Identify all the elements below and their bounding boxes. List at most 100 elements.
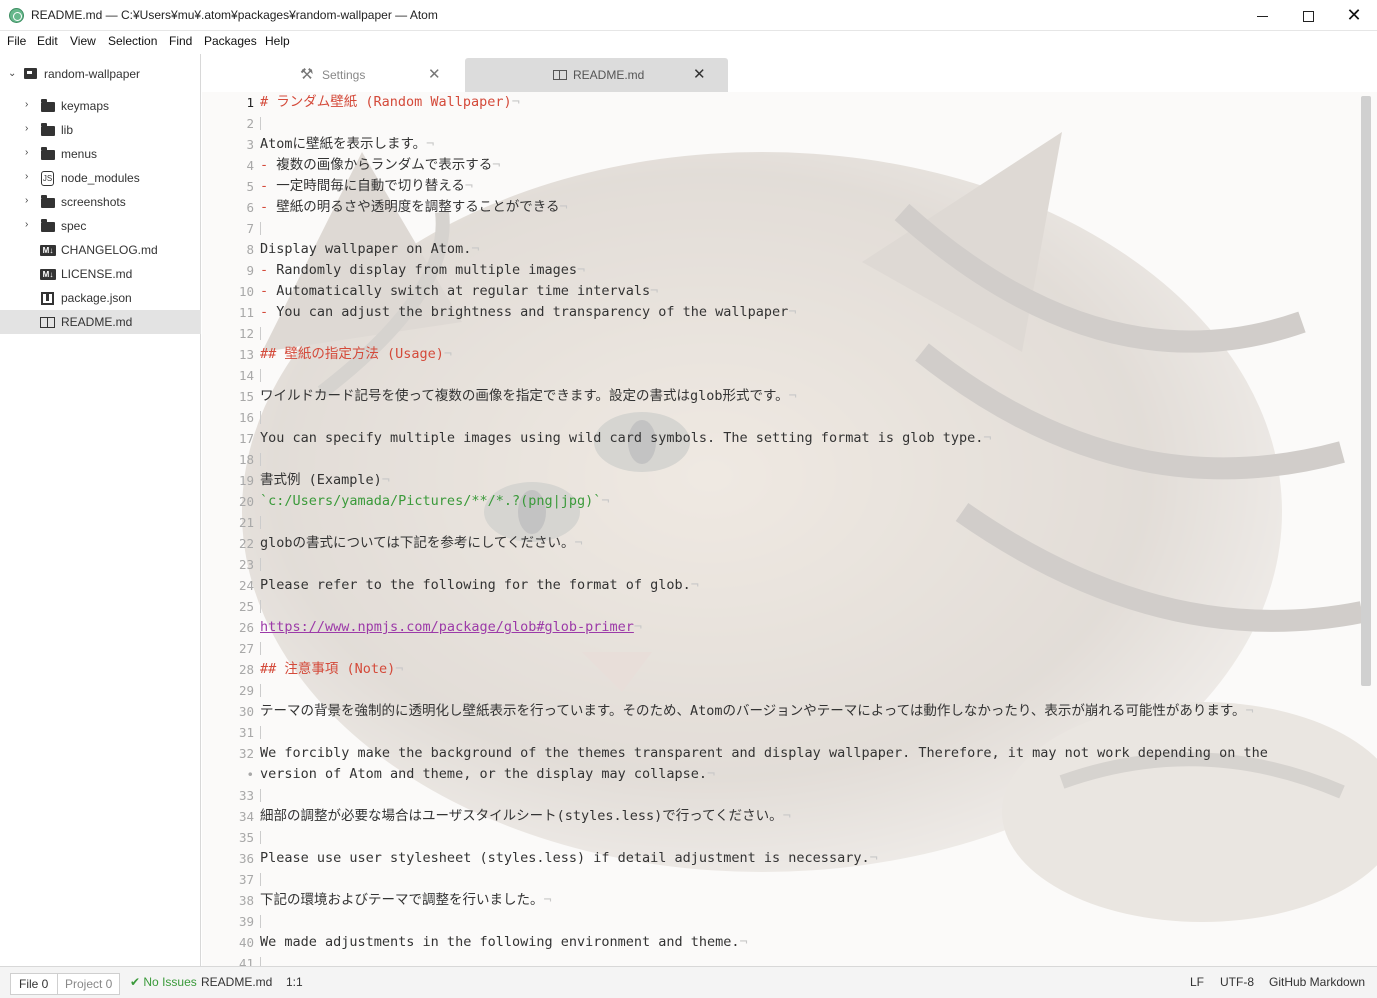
- tree-item-node-modules[interactable]: › JS node_modules: [0, 166, 201, 190]
- markdown-icon: M↓: [40, 269, 56, 280]
- tree-item-lib[interactable]: › lib: [0, 118, 201, 142]
- minimize-button[interactable]: [1239, 0, 1285, 31]
- menu-help[interactable]: Help: [265, 34, 290, 48]
- hyperlink[interactable]: https://www.npmjs.com/package/glob#glob-…: [260, 619, 634, 635]
- code-line: [260, 785, 268, 806]
- editor-scrollbar[interactable]: [1361, 96, 1371, 686]
- line-number: 25: [238, 599, 254, 614]
- code-line: 書式例 (Example)¬: [260, 470, 390, 491]
- line-number: 22: [238, 536, 254, 551]
- menu-edit[interactable]: Edit: [37, 34, 58, 48]
- code-text: テーマの背景を強制的に透明化し壁紙表示を行っています。そのため、Atomのバージ…: [260, 703, 1246, 719]
- close-window-button[interactable]: ✕: [1331, 0, 1377, 31]
- eol-mark: ¬: [443, 346, 453, 362]
- code-line: [260, 638, 268, 659]
- grammar-selector[interactable]: GitHub Markdown: [1269, 975, 1365, 989]
- line-number: 14: [238, 368, 254, 383]
- cat-wallpaper-image: [202, 92, 1377, 966]
- eol-mark: [260, 115, 268, 131]
- menu-view[interactable]: View: [70, 34, 96, 48]
- close-tab-icon[interactable]: ✕: [693, 65, 706, 83]
- menu-selection[interactable]: Selection: [108, 34, 157, 48]
- file-project-counter[interactable]: File 0 Project 0: [10, 973, 120, 995]
- eol-mark: ¬: [543, 892, 552, 908]
- code-line: Atomに壁紙を表示します。¬: [260, 134, 434, 155]
- line-number: 16: [238, 410, 254, 425]
- menu-file[interactable]: File: [7, 34, 26, 48]
- repo-icon: [24, 68, 37, 79]
- code-text: version of Atom and theme, or the displa…: [260, 766, 708, 782]
- chevron-right-icon: ›: [25, 123, 29, 134]
- tree-item-spec[interactable]: › spec: [0, 214, 201, 238]
- line-ending[interactable]: LF: [1190, 975, 1204, 989]
- tree-root-project[interactable]: ⌄ random-wallpaper: [0, 64, 201, 86]
- tree-item-readme[interactable]: README.md: [0, 310, 201, 334]
- eol-mark: ¬: [782, 808, 791, 824]
- code-line: Please refer to the following for the fo…: [260, 575, 699, 596]
- node-modules-icon: JS: [41, 171, 54, 186]
- code-text: # ランダム壁紙 (Random Wallpaper): [260, 94, 512, 110]
- tree-item-label: CHANGELOG.md: [61, 243, 158, 257]
- line-number: 27: [238, 641, 254, 656]
- eol-mark: [260, 556, 268, 572]
- code-line: [260, 407, 268, 428]
- code-line: - 壁紙の明るさや透明度を調整することができる¬: [260, 197, 568, 218]
- window-title: README.md — C:¥Users¥mu¥.atom¥packages¥r…: [31, 8, 438, 22]
- code-text: -: [260, 199, 269, 215]
- text-editor[interactable]: 1 # ランダム壁紙 (Random Wallpaper)¬ 2 3 Atomに壁紙を…: [202, 92, 1377, 966]
- tree-item-license[interactable]: M↓ LICENSE.md: [0, 262, 201, 286]
- tree-item-screenshots[interactable]: › screenshots: [0, 190, 201, 214]
- line-number: 32: [238, 746, 254, 761]
- line-number: 9: [246, 263, 254, 278]
- line-number: 28: [238, 662, 254, 677]
- code-line: [260, 113, 268, 134]
- tree-item-label: spec: [61, 219, 87, 233]
- line-number: 11: [238, 305, 254, 320]
- line-number: 23: [238, 557, 254, 572]
- title-bar: README.md — C:¥Users¥mu¥.atom¥packages¥r…: [0, 0, 1377, 31]
- folder-icon: [41, 123, 55, 136]
- code-text: -: [260, 157, 269, 173]
- line-number: 2: [246, 116, 254, 131]
- line-number: 4: [246, 158, 254, 173]
- chevron-right-icon: ›: [25, 99, 29, 110]
- code-line: テーマの背景を強制的に透明化し壁紙表示を行っています。そのため、Atomのバージ…: [260, 701, 1254, 722]
- eol-mark: ¬: [788, 388, 797, 404]
- code-line: version of Atom and theme, or the displa…: [260, 764, 715, 785]
- line-number: 19: [238, 473, 254, 488]
- tab-readme[interactable]: README.md ✕: [465, 58, 728, 92]
- menu-packages[interactable]: Packages: [204, 34, 257, 48]
- file-encoding[interactable]: UTF-8: [1220, 975, 1254, 989]
- eol-mark: ¬: [650, 283, 659, 299]
- eol-mark: ¬: [707, 766, 716, 782]
- tab-settings[interactable]: ⚒ Settings ✕: [264, 58, 464, 92]
- code-text: You can adjust the brightness and transp…: [268, 304, 789, 320]
- tools-icon: ⚒: [300, 66, 314, 83]
- status-filename[interactable]: README.md: [201, 975, 272, 989]
- tree-item-keymaps[interactable]: › keymaps: [0, 94, 201, 118]
- tree-item-label: menus: [61, 147, 98, 161]
- eol-mark: ¬: [633, 619, 643, 635]
- code-text: 壁紙の明るさや透明度を調整することができる: [268, 199, 560, 215]
- tree-item-changelog[interactable]: M↓ CHANGELOG.md: [0, 238, 201, 262]
- code-text: Please use user stylesheet (styles.less)…: [260, 850, 870, 866]
- tree-item-menus[interactable]: › menus: [0, 142, 201, 166]
- code-text: We forcibly make the background of the t…: [260, 745, 1268, 761]
- tree-item-package-json[interactable]: package.json: [0, 286, 201, 310]
- eol-mark: [260, 514, 268, 530]
- code-line: We made adjustments in the following env…: [260, 932, 748, 953]
- code-line: 下記の環境およびテーマで調整を行いました。¬: [260, 890, 552, 911]
- close-tab-icon[interactable]: ✕: [428, 65, 441, 83]
- code-text: 細部の調整が必要な場合はユーザスタイルシート(styles.less)で行ってく…: [260, 808, 783, 824]
- linter-status[interactable]: ✔ No Issues: [130, 975, 197, 989]
- tree-item-label: README.md: [61, 315, 133, 329]
- menu-find[interactable]: Find: [169, 34, 192, 48]
- code-line: [260, 323, 268, 344]
- maximize-button[interactable]: [1285, 0, 1331, 31]
- eol-mark: ¬: [395, 661, 404, 677]
- package-icon: [41, 292, 54, 305]
- line-number: 7: [246, 221, 254, 236]
- line-number: 18: [238, 452, 254, 467]
- cursor-position[interactable]: 1:1: [286, 975, 303, 989]
- eol-mark: ¬: [426, 136, 435, 152]
